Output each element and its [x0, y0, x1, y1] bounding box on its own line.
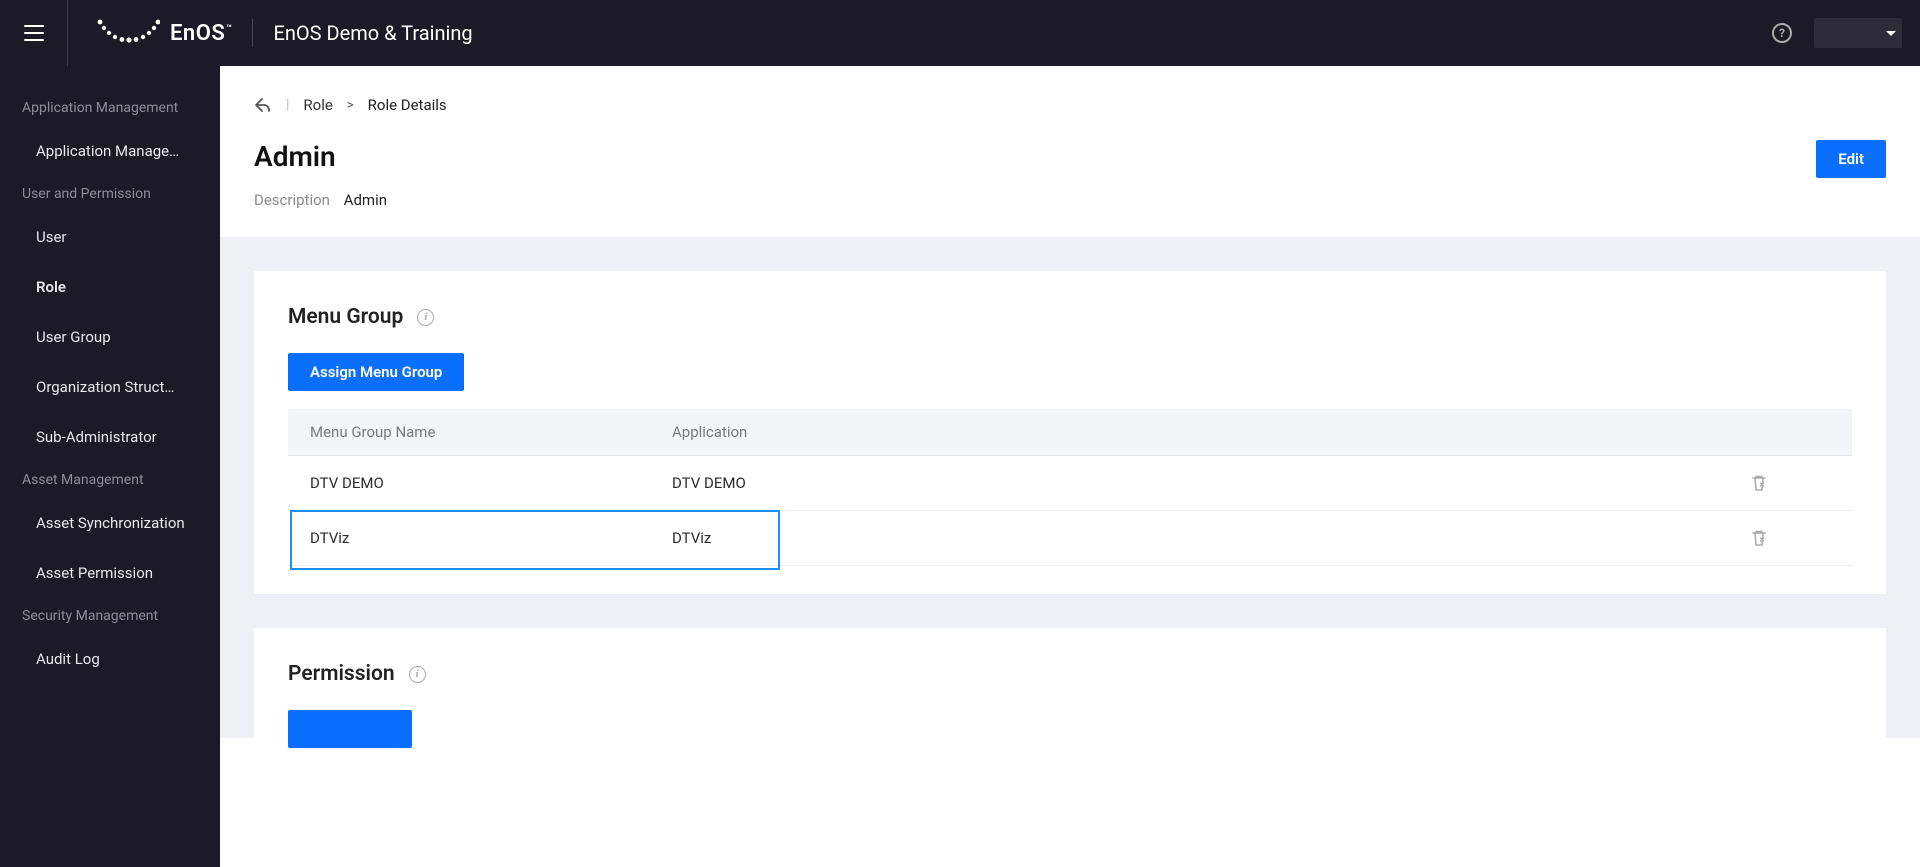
- brand-text: EnOS™: [170, 21, 232, 46]
- column-header-application: Application: [672, 423, 1750, 441]
- sidebar: Application Management Application Manag…: [0, 66, 220, 867]
- permission-card: Permission i: [254, 628, 1886, 738]
- logo-section: EnOS™ EnOS Demo & Training: [68, 19, 473, 47]
- assign-permission-button[interactable]: [288, 710, 412, 748]
- cell-name: DTV DEMO: [310, 474, 672, 492]
- cell-application: DTViz: [672, 529, 1750, 547]
- description-row: Description Admin: [254, 191, 387, 209]
- help-icon[interactable]: ?: [1772, 23, 1792, 43]
- section-label-user-perm: User and Permission: [0, 176, 220, 212]
- swoosh-icon: [96, 19, 160, 47]
- breadcrumb-current: Role Details: [368, 96, 447, 114]
- delete-icon[interactable]: [1750, 529, 1768, 547]
- menu-group-table: Menu Group Name Application DTV DEMO DTV…: [288, 409, 1852, 566]
- menu-group-title: Menu Group: [288, 305, 403, 329]
- sidebar-item-user[interactable]: User: [0, 212, 220, 262]
- permission-title: Permission: [288, 662, 395, 686]
- sidebar-item-user-group[interactable]: User Group: [0, 312, 220, 362]
- edit-button[interactable]: Edit: [1816, 140, 1886, 178]
- header-right: ?: [1772, 18, 1902, 48]
- cell-name: DTViz: [310, 529, 672, 547]
- page-title: Admin: [254, 140, 387, 173]
- breadcrumb-separator: |: [286, 97, 289, 113]
- cell-application: DTV DEMO: [672, 474, 1750, 492]
- sidebar-item-role[interactable]: Role: [0, 262, 220, 312]
- hamburger-icon: [24, 25, 44, 41]
- column-header-name: Menu Group Name: [310, 423, 672, 441]
- top-header: EnOS™ EnOS Demo & Training ?: [0, 0, 1920, 66]
- section-label-security-mgmt: Security Management: [0, 598, 220, 634]
- table-row: DTViz DTViz: [288, 511, 1852, 566]
- table-row: DTV DEMO DTV DEMO: [288, 456, 1852, 511]
- menu-toggle[interactable]: [0, 0, 68, 66]
- description-value: Admin: [344, 191, 387, 209]
- info-icon[interactable]: i: [409, 666, 426, 683]
- sidebar-item-asset-synchronization[interactable]: Asset Synchronization: [0, 498, 220, 548]
- back-icon[interactable]: [254, 97, 272, 113]
- section-label-asset-mgmt: Asset Management: [0, 462, 220, 498]
- user-menu[interactable]: [1814, 18, 1902, 48]
- page-header: | Role > Role Details Admin Description …: [220, 66, 1920, 237]
- sidebar-item-application-management[interactable]: Application Manage…: [0, 126, 220, 176]
- chevron-right-icon: >: [347, 98, 354, 113]
- brand-logo[interactable]: EnOS™: [96, 19, 253, 47]
- sidebar-item-sub-administrator[interactable]: Sub-Administrator: [0, 412, 220, 462]
- sidebar-item-audit-log[interactable]: Audit Log: [0, 634, 220, 684]
- breadcrumb-role[interactable]: Role: [303, 96, 332, 114]
- product-title: EnOS Demo & Training: [273, 21, 472, 45]
- breadcrumb: | Role > Role Details: [254, 96, 1886, 114]
- chevron-down-icon: [1886, 31, 1896, 36]
- info-icon[interactable]: i: [417, 309, 434, 326]
- sidebar-item-organization-structure[interactable]: Organization Struct…: [0, 362, 220, 412]
- delete-icon[interactable]: [1750, 474, 1768, 492]
- assign-menu-group-button[interactable]: Assign Menu Group: [288, 353, 464, 391]
- cards-area: Menu Group i Assign Menu Group Menu Grou…: [220, 237, 1920, 738]
- sidebar-item-asset-permission[interactable]: Asset Permission: [0, 548, 220, 598]
- section-label-app-mgmt: Application Management: [0, 90, 220, 126]
- menu-group-card: Menu Group i Assign Menu Group Menu Grou…: [254, 271, 1886, 594]
- description-label: Description: [254, 191, 330, 209]
- main-content: | Role > Role Details Admin Description …: [220, 66, 1920, 867]
- table-header: Menu Group Name Application: [288, 409, 1852, 456]
